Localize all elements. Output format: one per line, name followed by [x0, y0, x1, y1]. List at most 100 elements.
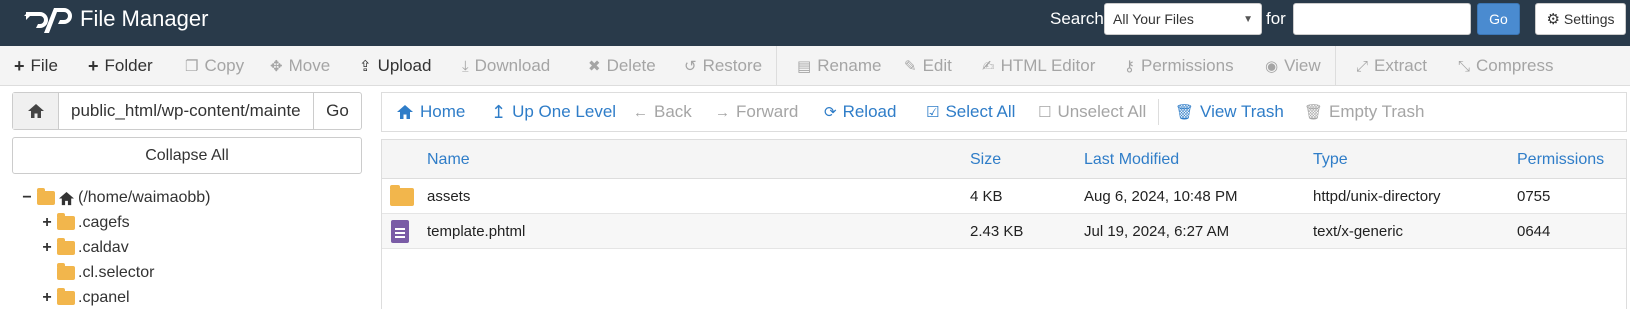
search-input[interactable] — [1293, 3, 1471, 35]
rename-label: Rename — [817, 56, 882, 75]
unselect-all-label: Unselect All — [1057, 102, 1147, 121]
empty-trash-button[interactable]: 🗑 Empty Trash — [1304, 93, 1424, 131]
select-all-button[interactable]: ☑ Select All — [926, 93, 1015, 131]
move-button[interactable]: ✥ Move — [270, 46, 330, 86]
tree-item-label: .caldav — [78, 239, 129, 256]
move-label: Move — [288, 56, 331, 75]
delete-button[interactable]: ✖ Delete — [588, 46, 656, 86]
arrow-left-icon: ← — [633, 103, 648, 121]
cpanel-logo — [24, 8, 72, 33]
chevron-down-icon: ▼ — [1243, 13, 1253, 25]
search-scope-value: All Your Files — [1113, 11, 1194, 27]
back-label: Back — [654, 102, 692, 121]
permissions-label: Permissions — [1141, 56, 1234, 75]
search-scope-select[interactable]: All Your Files ▼ — [1104, 3, 1262, 35]
toolbar-divider — [776, 46, 777, 86]
app-title: File Manager — [80, 6, 209, 31]
permissions-button[interactable]: ⚷ Permissions — [1124, 46, 1234, 86]
view-button[interactable]: ◉ View — [1265, 46, 1321, 86]
tree-root-label: (/home/waimaobb) — [78, 189, 211, 206]
file-permissions: 0755 — [1517, 188, 1551, 205]
column-header-last-modified[interactable]: Last Modified — [1084, 140, 1179, 179]
home-icon — [59, 191, 74, 205]
back-button[interactable]: ← Back — [633, 93, 692, 131]
view-label: View — [1284, 56, 1321, 75]
up-one-level-button[interactable]: ↥ Up One Level — [491, 93, 616, 131]
column-header-size[interactable]: Size — [970, 140, 1001, 179]
restore-icon: ↺ — [684, 57, 697, 75]
download-icon: ⤓ — [462, 57, 469, 75]
file-size: 4 KB — [970, 188, 1003, 205]
folder-icon — [57, 263, 75, 280]
forward-button[interactable]: → Forward — [715, 93, 798, 131]
new-file-label: File — [30, 56, 58, 75]
copy-label: Copy — [204, 56, 245, 75]
file-modified: Jul 19, 2024, 6:27 AM — [1084, 223, 1230, 240]
empty-box-icon: ☐ — [1038, 103, 1052, 121]
expand-toggle-icon[interactable]: + — [40, 239, 54, 257]
path-input[interactable]: public_html/wp-content/mainte — [59, 93, 313, 129]
plus-icon: + — [88, 56, 99, 76]
new-folder-button[interactable]: + Folder — [88, 46, 153, 86]
action-toolbar: + File + Folder ❐ Copy ✥ Move ⇪ Upload ⤓… — [0, 46, 1630, 86]
home-icon — [397, 105, 413, 119]
gear-icon: ⚙ — [1546, 10, 1560, 28]
file-icon: ▤ — [797, 57, 812, 75]
tree-root[interactable]: − (/home/waimaobb) — [20, 187, 211, 209]
collapse-toggle-icon[interactable]: − — [20, 189, 34, 207]
eye-icon: ◉ — [1265, 57, 1279, 75]
collapse-all-button[interactable]: Collapse All — [12, 137, 362, 174]
tree-item[interactable]: .cl.selector — [40, 262, 154, 284]
compress-button[interactable]: ⤡ Compress — [1458, 46, 1553, 86]
home-button[interactable]: Home — [396, 93, 465, 131]
column-header-type[interactable]: Type — [1313, 140, 1348, 179]
home-label: Home — [420, 102, 466, 121]
file-type: text/x-generic — [1313, 223, 1404, 240]
extract-button[interactable]: ⤢ Extract — [1356, 46, 1427, 86]
upload-button[interactable]: ⇪ Upload — [359, 46, 431, 86]
column-header-permissions[interactable]: Permissions — [1517, 140, 1604, 179]
close-icon: ✖ — [588, 57, 601, 75]
app-header: File Manager Search All Your Files ▼ for… — [0, 0, 1630, 46]
edit-button[interactable]: ✎ Edit — [904, 46, 952, 86]
table-row[interactable]: template.phtml 2.43 KB Jul 19, 2024, 6:2… — [382, 214, 1626, 249]
copy-icon: ❐ — [185, 57, 199, 75]
home-dir-button[interactable] — [13, 93, 59, 129]
file-modified: Aug 6, 2024, 10:48 PM — [1084, 188, 1238, 205]
new-file-button[interactable]: + File — [14, 46, 58, 86]
expand-toggle-icon[interactable]: + — [40, 289, 54, 307]
folder-icon — [57, 213, 75, 230]
table-row[interactable]: assets 4 KB Aug 6, 2024, 10:48 PM httpd/… — [382, 179, 1626, 214]
tree-item[interactable]: + .caldav — [40, 237, 129, 259]
arrow-right-icon: → — [715, 103, 730, 121]
tree-item[interactable]: + .cagefs — [40, 212, 130, 234]
copy-button[interactable]: ❐ Copy — [185, 46, 244, 86]
html-editor-label: HTML Editor — [1000, 56, 1096, 75]
folder-icon — [57, 288, 75, 305]
toolbar-divider — [1335, 46, 1336, 86]
unselect-all-button[interactable]: ☐ Unselect All — [1038, 93, 1146, 131]
refresh-icon: ⟳ — [824, 103, 837, 121]
tree-item[interactable]: + .cpanel — [40, 287, 130, 309]
level-up-icon: ↥ — [491, 102, 507, 122]
home-icon — [27, 104, 44, 118]
file-type: httpd/unix-directory — [1313, 188, 1441, 205]
extract-label: Extract — [1374, 56, 1427, 75]
file-name: assets — [427, 188, 471, 205]
delete-label: Delete — [606, 56, 656, 75]
move-icon: ✥ — [270, 57, 283, 75]
reload-button[interactable]: ⟳ Reload — [824, 93, 896, 131]
restore-button[interactable]: ↺ Restore — [684, 46, 762, 86]
upload-icon: ⇪ — [359, 57, 372, 75]
path-go-button[interactable]: Go — [313, 93, 361, 129]
search-go-button[interactable]: Go — [1477, 3, 1520, 35]
html-editor-button[interactable]: ✍ HTML Editor — [982, 46, 1095, 86]
download-button[interactable]: ⤓ Download — [462, 46, 550, 86]
path-bar: public_html/wp-content/mainte Go — [12, 92, 362, 130]
view-trash-button[interactable]: 🗑 View Trash — [1175, 93, 1284, 131]
column-header-name[interactable]: Name — [427, 140, 470, 179]
compress-icon: ⤡ — [1458, 57, 1471, 75]
expand-toggle-icon[interactable]: + — [40, 214, 54, 232]
settings-button[interactable]: ⚙ Settings — [1535, 3, 1626, 35]
rename-button[interactable]: ▤ Rename — [797, 46, 881, 86]
